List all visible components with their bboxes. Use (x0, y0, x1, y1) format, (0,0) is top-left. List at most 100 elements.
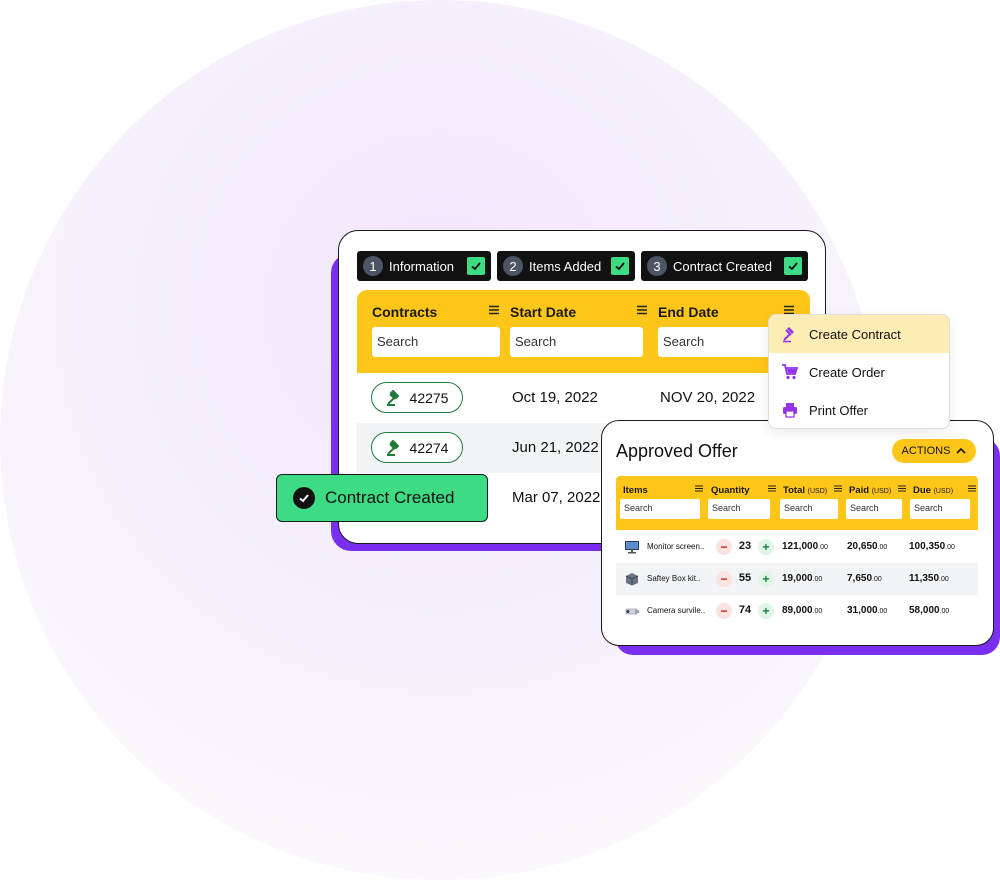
step-items-added[interactable]: 2 Items Added (497, 251, 635, 281)
column-label: Due (USD) (913, 485, 953, 496)
menu-item-label: Create Order (809, 364, 885, 380)
menu-item-print-offer[interactable]: Print Offer (769, 391, 949, 428)
menu-lines-icon[interactable] (968, 485, 976, 492)
table-row[interactable]: 42275 Oct 19, 2022 NOV 20, 2022 (357, 373, 810, 423)
column-name: Due (913, 485, 931, 496)
column-label: Contracts (372, 304, 438, 320)
due-value: 100,350.00 (909, 541, 955, 552)
decimals: .00 (939, 576, 949, 583)
search-input[interactable]: Search (510, 327, 643, 357)
cart-icon (782, 364, 799, 380)
start-date: Oct 19, 2022 (512, 389, 598, 406)
column-due: Due (USD) Search (906, 476, 978, 530)
item-name: Saftey Box kit.. (647, 574, 701, 583)
menu-item-label: Print Offer (809, 402, 869, 418)
column-label: Paid (USD) (849, 485, 891, 496)
paid-value: 7,650.00 (847, 573, 882, 584)
decrement-button[interactable]: − (716, 571, 732, 587)
search-input[interactable]: Search (780, 499, 838, 519)
chevron-up-icon (956, 447, 967, 454)
approved-offer-card: Approved Offer ACTIONS Items Search Quan… (601, 420, 994, 646)
step-contract-created[interactable]: 3 Contract Created (641, 251, 808, 281)
actions-dropdown-menu: Create Contract Create Order Print Offer (768, 314, 950, 429)
decimals: .00 (818, 544, 828, 551)
item-name: Camera survile.. (647, 606, 706, 615)
decrement-button[interactable]: − (716, 539, 732, 555)
total-value: 89,000.00 (782, 605, 822, 616)
camera-icon (625, 608, 639, 615)
increment-button[interactable]: + (758, 539, 774, 555)
step-information[interactable]: 1 Information (357, 251, 491, 281)
amount: 19,000 (782, 573, 813, 584)
gavel-icon (386, 439, 399, 456)
end-date: NOV 20, 2022 (660, 389, 756, 406)
decimals: .00 (872, 576, 882, 583)
contract-id-badge[interactable]: 42275 (371, 382, 463, 413)
menu-lines-icon[interactable] (898, 485, 906, 492)
amount: 20,650 (847, 541, 878, 552)
due-value: 58,000.00 (909, 605, 949, 616)
search-input[interactable]: Search (658, 327, 778, 357)
column-contracts: Contracts Search (357, 290, 500, 373)
box-icon (625, 573, 639, 586)
quantity-value: 74 (738, 604, 752, 616)
decimals: .00 (812, 576, 823, 583)
decimals: .00 (945, 544, 955, 551)
offer-table-header: Items Search Quantity Search Total (USD)… (616, 476, 978, 530)
total-value: 121,000.00 (782, 541, 828, 552)
menu-lines-icon[interactable] (768, 485, 776, 492)
amount: 89,000 (782, 605, 813, 616)
decimals: .00 (939, 608, 950, 615)
amount: 11,350 (909, 573, 940, 584)
amount: 100,350 (909, 541, 946, 552)
contract-id-badge[interactable]: 42274 (371, 432, 463, 463)
start-date: Mar 07, 2022 (512, 489, 601, 506)
quantity-value: 55 (738, 572, 752, 584)
amount: 121,000 (782, 541, 819, 552)
gavel-icon (783, 327, 794, 343)
search-input[interactable]: Search (620, 499, 700, 519)
monitor-icon (625, 541, 639, 554)
step-number: 3 (647, 256, 667, 276)
decimals: .00 (877, 544, 888, 551)
search-input[interactable]: Search (846, 499, 902, 519)
decimals: .00 (877, 608, 888, 615)
decrement-button[interactable]: − (716, 603, 732, 619)
start-date: Jun 21, 2022 (512, 439, 599, 456)
search-input[interactable]: Search (910, 499, 970, 519)
menu-lines-icon[interactable] (695, 485, 703, 492)
paid-value: 20,650.00 (847, 541, 887, 552)
menu-lines-icon[interactable] (834, 485, 842, 492)
increment-button[interactable]: + (758, 571, 774, 587)
search-input[interactable]: Search (708, 499, 770, 519)
step-number: 2 (503, 256, 523, 276)
actions-button[interactable]: ACTIONS (892, 439, 976, 463)
column-label: Start Date (510, 304, 577, 320)
column-name: Total (783, 485, 805, 496)
amount: 7,650 (847, 573, 873, 584)
column-label: Items (623, 485, 648, 496)
contract-id: 42275 (409, 389, 449, 406)
menu-item-create-contract[interactable]: Create Contract (769, 315, 949, 353)
increment-button[interactable]: + (758, 603, 774, 619)
printer-icon (783, 403, 797, 418)
due-value: 11,350.00 (909, 573, 949, 584)
step-label: Items Added (529, 258, 602, 274)
decimals: .00 (812, 608, 823, 615)
item-name: Monitor screen.. (647, 542, 705, 551)
total-value: 19,000.00 (782, 573, 822, 584)
table-row[interactable]: Saftey Box kit.. − 55 + 19,000.00 7,650.… (616, 563, 978, 595)
gavel-icon (386, 389, 399, 406)
table-row[interactable]: Monitor screen.. − 23 + 121,000.00 20,65… (616, 531, 978, 563)
quantity-value: 23 (738, 540, 752, 552)
unit-label: (USD) (871, 488, 892, 495)
menu-item-create-order[interactable]: Create Order (769, 353, 949, 391)
search-input[interactable]: Search (372, 327, 500, 357)
paid-value: 31,000.00 (847, 605, 887, 616)
column-quantity: Quantity Search (704, 476, 776, 530)
step-label: Contract Created (673, 258, 772, 274)
table-row[interactable]: Camera survile.. − 74 + 89,000.00 31,000… (616, 595, 978, 627)
step-label: Information (389, 258, 455, 274)
unit-label: (USD) (807, 488, 828, 495)
checkbox-checked-icon (467, 257, 485, 275)
